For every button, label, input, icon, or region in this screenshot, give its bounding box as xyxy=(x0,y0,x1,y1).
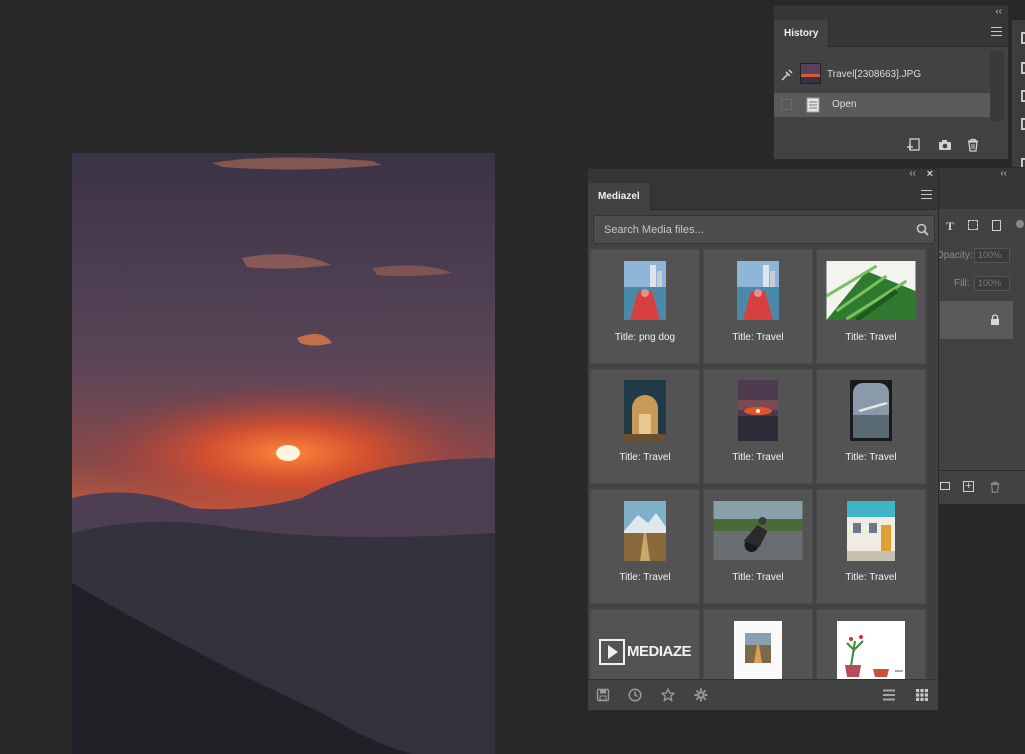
media-item[interactable]: Title: Travel xyxy=(590,489,700,604)
collapse-icon[interactable]: ‹‹ xyxy=(1000,168,1007,179)
media-title: Title: Travel xyxy=(732,572,784,583)
layers-collapse-bar[interactable]: ‹‹ xyxy=(936,168,1025,182)
panel-menu-icon[interactable] xyxy=(921,190,932,202)
list-view-icon[interactable] xyxy=(882,688,896,702)
history-step-label: Open xyxy=(832,99,857,110)
link-icon[interactable] xyxy=(1021,32,1025,44)
media-title: Title: Travel xyxy=(845,572,897,583)
search-box xyxy=(593,215,935,244)
thumbnail-house xyxy=(847,501,895,561)
fill-field[interactable]: 100% xyxy=(974,276,1010,291)
thumbnail-mediazel-logo: MEDIAZEL xyxy=(599,638,691,666)
history-snapshot-row[interactable]: Travel[2308663].JPG xyxy=(774,60,992,90)
history-panel: ‹‹ History Travel[2308663].JPG Open xyxy=(773,5,1009,160)
logo-text: MEDIAZEL xyxy=(627,643,691,660)
thumbnail-palm xyxy=(826,261,916,320)
thumbnail-motorbike xyxy=(713,501,803,560)
media-title: Title: Travel xyxy=(619,572,671,583)
close-icon[interactable]: × xyxy=(927,168,933,180)
media-grid: Title: png dog Title: Travel Title: Trav… xyxy=(590,249,928,681)
adjustments-icon[interactable] xyxy=(1021,90,1025,102)
history-step-checkbox[interactable] xyxy=(781,99,792,110)
layer-row-background[interactable] xyxy=(940,301,1013,339)
media-title: Title: Travel xyxy=(845,452,897,463)
media-title: Title: Travel xyxy=(845,332,897,343)
canvas-image[interactable] xyxy=(72,153,495,754)
media-scrollbar[interactable] xyxy=(928,249,936,681)
media-title: Title: Travel xyxy=(619,452,671,463)
folder-icon[interactable] xyxy=(940,482,950,490)
document-icon xyxy=(806,97,820,113)
libraries-icon[interactable] xyxy=(1021,118,1025,130)
clock-icon[interactable] xyxy=(628,688,642,702)
history-scrollbar[interactable] xyxy=(990,51,1004,121)
collapse-icon[interactable]: ‹‹ xyxy=(995,6,1002,17)
panel-menu-icon[interactable] xyxy=(991,27,1002,39)
mediazel-tab-row: Mediazel xyxy=(588,183,938,210)
lock-icon xyxy=(991,314,999,325)
media-item[interactable]: Title: png dog xyxy=(590,249,700,364)
opacity-field[interactable]: 100% xyxy=(974,248,1010,263)
thumbnail-sunset xyxy=(738,380,778,441)
thumbnail-plants xyxy=(837,621,905,681)
thumbnail-kayak xyxy=(737,261,779,320)
search-icon[interactable] xyxy=(916,223,929,236)
layers-tab-row xyxy=(936,182,1025,209)
tab-mediazel[interactable]: Mediazel xyxy=(588,183,651,210)
new-layer-icon[interactable]: + xyxy=(963,481,974,492)
mediazel-footer xyxy=(588,679,938,710)
mediazel-collapse-bar[interactable]: ‹‹ × xyxy=(588,168,938,183)
delete-layer-icon[interactable] xyxy=(989,481,1001,493)
smart-object-filter-icon[interactable] xyxy=(992,220,1001,231)
star-icon[interactable] xyxy=(661,688,675,702)
media-item[interactable] xyxy=(816,609,926,681)
thumbnail-poster xyxy=(734,621,782,681)
media-item[interactable]: Title: Travel xyxy=(816,369,926,484)
media-item[interactable]: Title: Travel xyxy=(703,369,813,484)
media-item[interactable]: Title: Travel xyxy=(590,369,700,484)
media-title: Title: png dog xyxy=(614,332,676,343)
thumbnail-plane xyxy=(850,380,892,441)
tab-history[interactable]: History xyxy=(774,20,830,47)
snapshot-thumbnail xyxy=(800,63,821,84)
media-item[interactable]: MEDIAZEL xyxy=(590,609,700,681)
save-icon[interactable] xyxy=(596,688,610,702)
history-tab-row: History xyxy=(774,20,1008,47)
mediazel-panel: ‹‹ × Mediazel Title: png dog Title: Trav… xyxy=(587,168,939,711)
trash-icon[interactable] xyxy=(966,138,980,152)
type-filter-icon[interactable]: T xyxy=(944,220,956,232)
gear-icon[interactable] xyxy=(694,688,708,702)
history-footer xyxy=(774,131,1008,159)
media-title: Title: Travel xyxy=(732,452,784,463)
camera-icon[interactable] xyxy=(938,138,952,152)
history-step-open[interactable]: Open xyxy=(774,93,992,117)
new-document-icon[interactable] xyxy=(906,138,920,152)
fill-label: Fill: xyxy=(954,278,970,289)
thumbnail-road xyxy=(624,501,666,561)
media-item[interactable]: Title: Travel xyxy=(703,489,813,604)
play-icon xyxy=(599,639,625,665)
grid-view-icon[interactable] xyxy=(915,688,929,702)
properties-icon[interactable] xyxy=(1021,62,1025,74)
snapshot-name: Travel[2308663].JPG xyxy=(827,69,922,80)
thumbnail-arch xyxy=(624,380,666,441)
search-input[interactable] xyxy=(594,216,904,243)
shape-filter-icon[interactable] xyxy=(968,220,978,230)
media-item[interactable]: Title: Travel xyxy=(816,249,926,364)
collapse-icon[interactable]: ‹‹ xyxy=(909,168,916,179)
media-item[interactable]: Title: Travel xyxy=(816,489,926,604)
media-item[interactable] xyxy=(703,609,813,681)
history-collapse-bar[interactable]: ‹‹ xyxy=(774,6,1008,20)
filter-toggle-icon[interactable] xyxy=(1016,220,1024,228)
opacity-label: Opacity: xyxy=(936,250,973,261)
layers-footer: + xyxy=(936,470,1025,504)
history-brush-icon xyxy=(781,69,793,81)
media-title: Title: Travel xyxy=(732,332,784,343)
thumbnail-kayak xyxy=(624,261,666,320)
layers-panel: ‹‹ T Opacity: 100% Fill: 100% + xyxy=(936,167,1025,504)
media-item[interactable]: Title: Travel xyxy=(703,249,813,364)
